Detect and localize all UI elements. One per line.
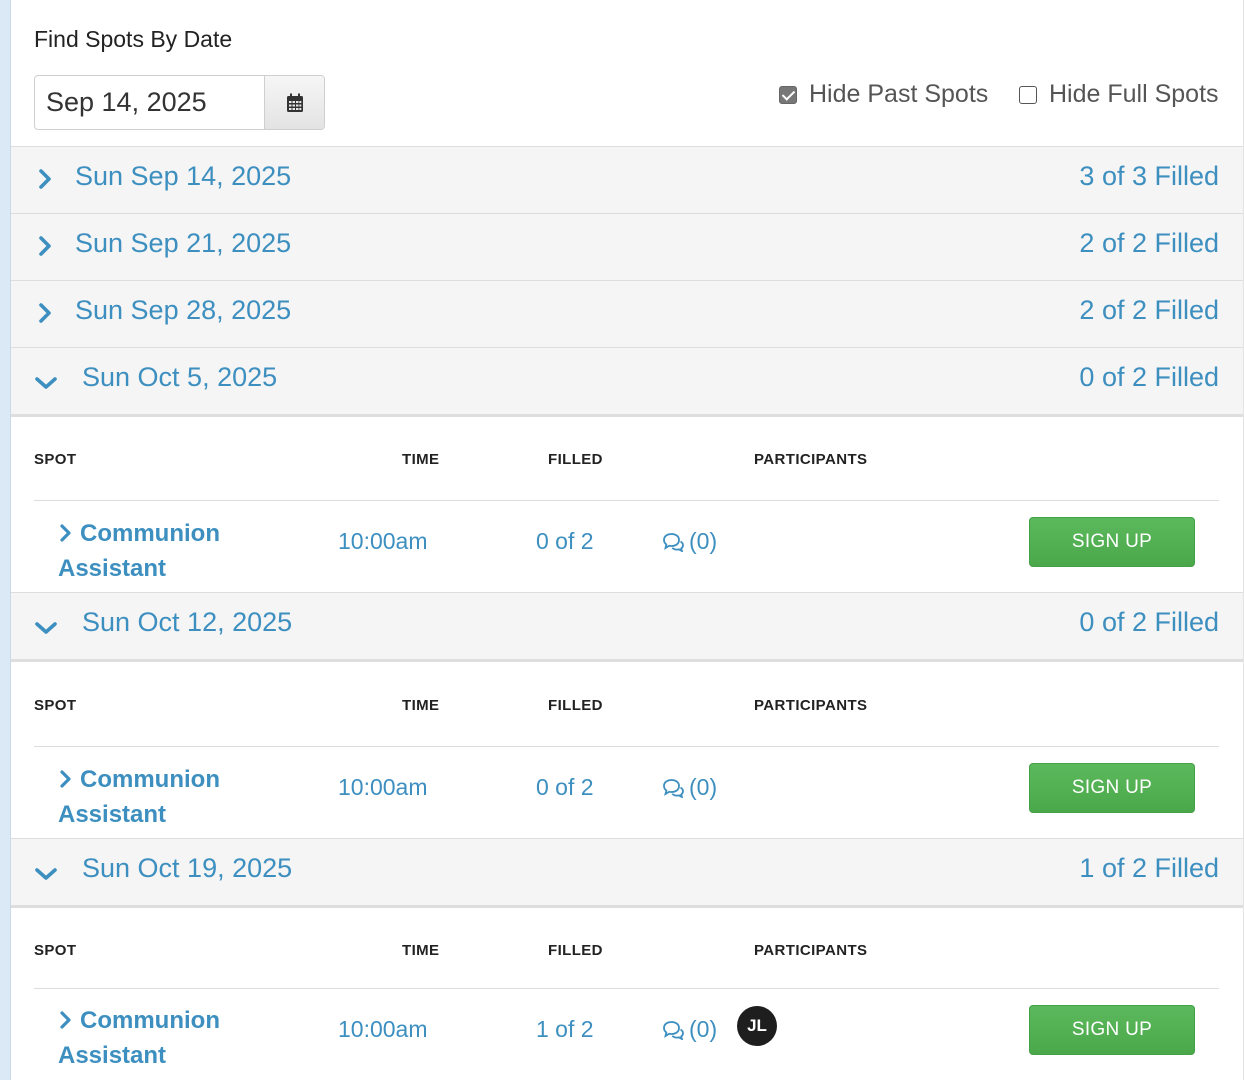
hide-full-spots-checkbox[interactable] xyxy=(1019,85,1037,104)
sign-up-button[interactable]: SIGN UP xyxy=(1029,1005,1195,1055)
spot-filled: 0 of 2 xyxy=(536,528,594,554)
sign-up-button[interactable]: SIGN UP xyxy=(1029,763,1195,813)
spot-name: Communion Assistant xyxy=(58,766,220,828)
divider xyxy=(34,746,1219,747)
date-row-oct-19[interactable]: Sun Oct 19, 2025 1 of 2 Filled xyxy=(11,838,1243,908)
divider xyxy=(34,988,1219,989)
spot-time: 10:00am xyxy=(338,774,428,800)
date-label: Sun Sep 21, 2025 xyxy=(75,228,292,258)
spot-table-oct-19: SPOT TIME FILLED PARTICIPANTS Communion … xyxy=(11,905,1243,1080)
filled-count: 2 of 2 Filled xyxy=(1079,228,1219,258)
comments-icon xyxy=(663,532,684,552)
hide-past-spots-toggle[interactable]: Hide Past Spots xyxy=(779,80,988,109)
filled-count: 0 of 2 Filled xyxy=(1079,362,1219,392)
spot-filled: 1 of 2 xyxy=(536,1016,594,1042)
comments-count: (0) xyxy=(689,528,718,554)
chevron-right-icon xyxy=(60,524,71,542)
date-row-oct-5[interactable]: Sun Oct 5, 2025 0 of 2 Filled xyxy=(11,347,1243,417)
column-header-time: TIME xyxy=(402,451,440,468)
date-input[interactable] xyxy=(35,76,264,129)
column-header-spot: SPOT xyxy=(34,451,77,468)
avatar[interactable]: JL xyxy=(737,1006,777,1046)
comments-link[interactable]: (0) xyxy=(661,774,717,801)
column-header-time: TIME xyxy=(402,942,440,959)
spot-name-link[interactable]: Communion Assistant xyxy=(58,762,278,832)
chevron-right-icon xyxy=(39,236,51,256)
sign-up-button[interactable]: SIGN UP xyxy=(1029,517,1195,567)
date-label: Sun Oct 12, 2025 xyxy=(82,607,293,637)
find-spots-title: Find Spots By Date xyxy=(34,26,233,52)
comments-link[interactable]: (0) xyxy=(661,1016,717,1043)
date-row-sep-21[interactable]: Sun Sep 21, 2025 2 of 2 Filled xyxy=(11,213,1243,280)
column-header-filled: FILLED xyxy=(548,451,603,468)
chevron-right-icon xyxy=(39,169,51,189)
spots-panel: Find Spots By Date Hide Past Spots Hide … xyxy=(11,0,1243,1080)
column-header-filled: FILLED xyxy=(548,697,603,714)
date-label: Sun Oct 19, 2025 xyxy=(82,853,293,883)
spot-name-link[interactable]: Communion Assistant xyxy=(58,516,278,586)
filled-count: 1 of 2 Filled xyxy=(1079,853,1219,883)
spot-table-oct-5: SPOT TIME FILLED PARTICIPANTS Communion … xyxy=(11,414,1243,592)
chevron-right-icon xyxy=(60,770,71,788)
chevron-down-icon xyxy=(35,377,57,389)
date-label: Sun Sep 14, 2025 xyxy=(75,161,292,191)
spot-name: Communion Assistant xyxy=(58,520,220,582)
comments-count: (0) xyxy=(689,1016,718,1042)
comments-count: (0) xyxy=(689,774,718,800)
date-picker xyxy=(34,75,325,130)
date-row-sep-14[interactable]: Sun Sep 14, 2025 3 of 3 Filled xyxy=(11,146,1243,213)
chevron-down-icon xyxy=(35,868,57,880)
column-header-filled: FILLED xyxy=(548,942,603,959)
comments-icon xyxy=(663,1020,684,1040)
comments-link[interactable]: (0) xyxy=(661,528,717,555)
divider xyxy=(34,500,1219,501)
date-row-oct-12[interactable]: Sun Oct 12, 2025 0 of 2 Filled xyxy=(11,592,1243,662)
left-panel-edge xyxy=(0,0,11,1080)
hide-full-spots-label: Hide Full Spots xyxy=(1049,80,1219,108)
chevron-down-icon xyxy=(35,622,57,634)
spot-name: Communion Assistant xyxy=(58,1007,220,1069)
column-header-spot: SPOT xyxy=(34,942,77,959)
filled-count: 3 of 3 Filled xyxy=(1079,161,1219,191)
calendar-button[interactable] xyxy=(264,76,324,129)
date-row-sep-28[interactable]: Sun Sep 28, 2025 2 of 2 Filled xyxy=(11,280,1243,347)
spot-filled: 0 of 2 xyxy=(536,774,594,800)
column-header-participants: PARTICIPANTS xyxy=(754,942,868,959)
spot-time: 10:00am xyxy=(338,528,428,554)
date-label: Sun Oct 5, 2025 xyxy=(82,362,278,392)
chevron-right-icon xyxy=(39,303,51,323)
calendar-icon xyxy=(286,93,303,112)
hide-past-spots-label: Hide Past Spots xyxy=(809,80,989,108)
comments-icon xyxy=(663,778,684,798)
date-label: Sun Sep 28, 2025 xyxy=(75,295,292,325)
spot-name-link[interactable]: Communion Assistant xyxy=(58,1003,278,1073)
filled-count: 2 of 2 Filled xyxy=(1079,295,1219,325)
hide-past-spots-checkbox[interactable] xyxy=(779,85,797,104)
chevron-right-icon xyxy=(60,1011,71,1029)
spot-time: 10:00am xyxy=(338,1016,428,1042)
column-header-spot: SPOT xyxy=(34,697,77,714)
column-header-time: TIME xyxy=(402,697,440,714)
hide-full-spots-toggle[interactable]: Hide Full Spots xyxy=(1019,80,1219,109)
filled-count: 0 of 2 Filled xyxy=(1079,607,1219,637)
column-header-participants: PARTICIPANTS xyxy=(754,697,868,714)
column-header-participants: PARTICIPANTS xyxy=(754,451,868,468)
spot-table-oct-12: SPOT TIME FILLED PARTICIPANTS Communion … xyxy=(11,660,1243,838)
